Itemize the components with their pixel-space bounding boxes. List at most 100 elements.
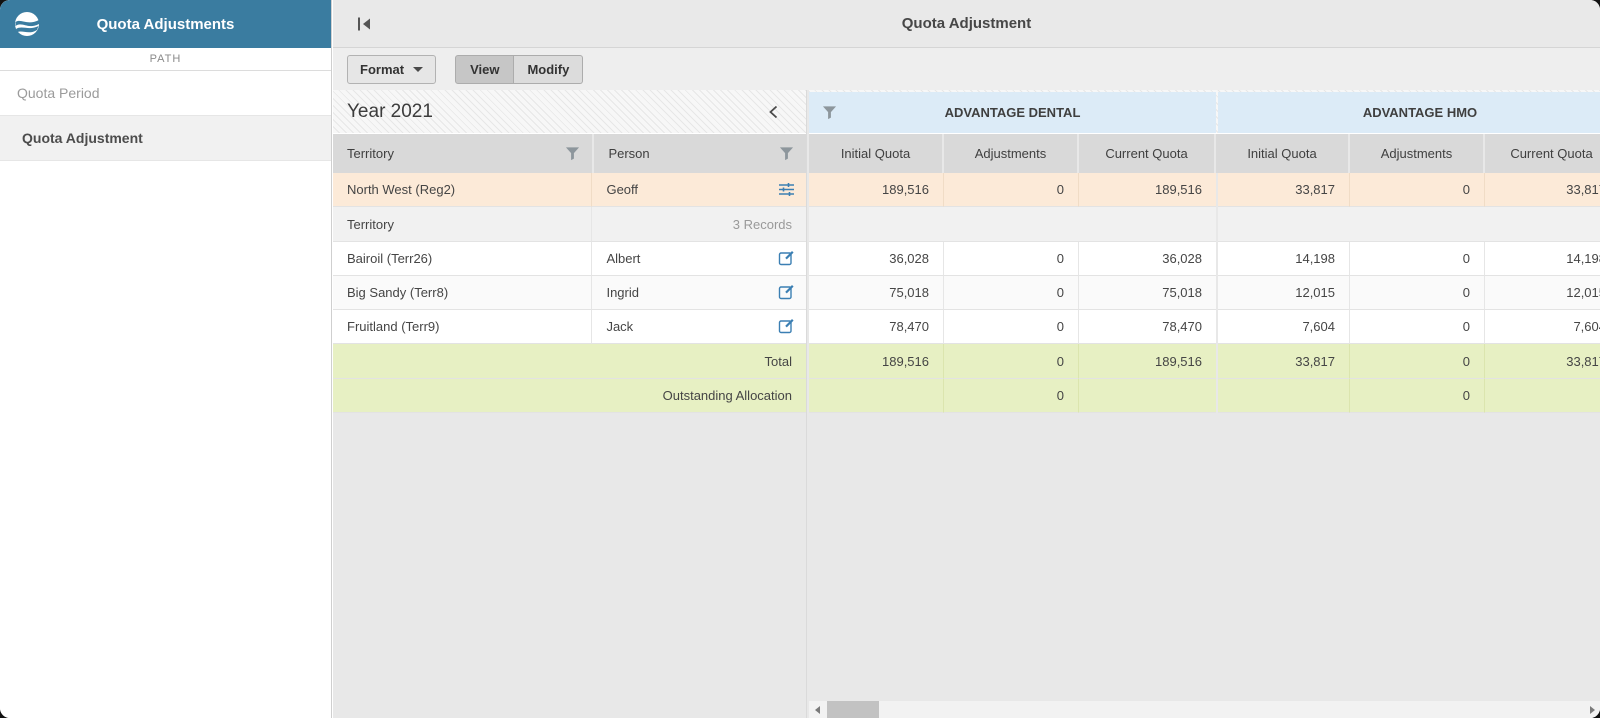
format-button[interactable]: Format [347,54,437,84]
scroll-left-arrow[interactable] [809,701,825,718]
total-label: Total [333,344,806,379]
sidebar-title: Quota Adjustments [96,15,235,33]
person-cell: Geoff [592,173,806,207]
value-cell [1485,379,1600,413]
value-cell: 0 [944,242,1079,276]
column-label: Adjustments [1380,146,1453,161]
hmo-initial-quota-header[interactable]: Initial Quota [1216,134,1348,173]
sidebar: Quota Adjustments PATH Quota Period Quot… [0,0,332,718]
value-cell: 75,018 [1079,276,1216,310]
territory-cell: Big Sandy (Terr8) [333,276,593,310]
horizontal-scrollbar[interactable] [809,701,1600,718]
table-row[interactable]: Bairoil (Terr26) Albert [333,242,806,276]
view-button[interactable]: View [455,54,515,84]
column-label: Current Quota [1105,146,1188,161]
value-cell: 7,604 [1218,310,1350,344]
table-row[interactable]: Big Sandy (Terr8) Ingrid [333,276,806,310]
column-label: Initial Quota [1247,146,1317,161]
person-cell: Jack [592,310,806,344]
dental-current-quota-header[interactable]: Current Quota [1079,134,1214,173]
value-cell: 0 [944,344,1079,379]
table-row[interactable]: Fruitland (Terr9) Jack [333,310,806,344]
app-logo-icon [14,11,40,37]
dental-initial-quota-header[interactable]: Initial Quota [809,134,942,173]
subheader-empty-cell [1218,207,1600,242]
person-name: Ingrid [606,285,639,300]
person-name: Jack [606,319,634,334]
value-cell: 36,028 [1079,242,1216,276]
main-panel: Quota Adjustment Format View Modify Year… [333,0,1600,718]
outstanding-allocation-row: Outstanding Allocation [333,379,806,413]
sidebar-item-label: Quota Period [17,85,100,101]
table-row-subheader: Territory 3 Records [333,207,806,242]
filter-icon[interactable] [565,146,580,161]
edit-icon[interactable] [778,318,795,335]
value-cell: 0 [944,173,1079,207]
right-pane-empty-area [809,413,1600,683]
table-row-values[interactable]: 78,470 0 78,470 7,604 0 7,604 [809,310,1600,344]
scroll-right-arrow[interactable] [1584,701,1600,718]
sidebar-item-label: Quota Adjustment [22,130,143,146]
value-cell: 33,817 [1485,173,1600,207]
territory-cell: North West (Reg2) [333,173,593,207]
column-label: Current Quota [1510,146,1593,161]
value-cell: 12,015 [1218,276,1350,310]
value-cell: 0 [944,379,1079,413]
scrollable-pane: ADVANTAGE DENTAL ADVANTAGE HMO Initial Q… [809,90,1600,718]
value-cell: 33,817 [1218,173,1350,207]
filter-icon[interactable] [779,146,794,161]
person-column-label: Person [608,146,650,161]
quota-grid: Year 2021 Territory Person North West (R… [333,90,1600,718]
subheader-label: Territory [333,207,593,242]
dental-adjustments-header[interactable]: Adjustments [944,134,1077,173]
value-cell: 14,198 [1485,242,1600,276]
value-cell: 78,470 [809,310,944,344]
left-pane-empty-area [333,413,806,718]
period-header: Year 2021 [333,90,806,134]
person-name: Geoff [606,182,639,197]
value-cell: 75,018 [809,276,944,310]
table-row-region-values[interactable]: 189,516 0 189,516 33,817 0 33,817 [809,173,1600,207]
sidebar-item-quota-adjustment[interactable]: Quota Adjustment [0,116,331,161]
person-cell: Albert [592,242,806,276]
value-cell: 33,817 [1218,344,1350,379]
value-cell: 0 [1350,242,1485,276]
view-button-label: View [470,61,500,77]
filter-icon[interactable] [822,105,837,120]
sidebar-item-quota-period[interactable]: Quota Period [0,71,331,116]
value-cell: 0 [1350,310,1485,344]
hmo-adjustments-header[interactable]: Adjustments [1350,134,1483,173]
chevron-down-icon [413,66,424,72]
topbar: Quota Adjustment [333,0,1600,48]
app-window: Quota Adjustments PATH Quota Period Quot… [0,0,1600,718]
modify-button[interactable]: Modify [514,54,584,84]
path-label: PATH [0,48,331,71]
value-cell: 189,516 [1079,344,1216,379]
value-cell: 189,516 [1079,173,1216,207]
total-row-values: 189,516 0 189,516 33,817 0 33,817 [809,344,1600,379]
value-cell: 0 [1350,379,1485,413]
territory-cell: Bairoil (Terr26) [333,242,593,276]
adjust-sliders-icon[interactable] [778,181,795,198]
edit-icon[interactable] [778,284,795,301]
value-cell: 0 [944,276,1079,310]
collapse-period-chevron-icon[interactable] [766,104,782,120]
table-row-region[interactable]: North West (Reg2) Geoff [333,173,806,207]
person-name: Albert [606,251,641,266]
table-row-values[interactable]: 75,018 0 75,018 12,015 0 12,015 [809,276,1600,310]
page-title: Quota Adjustment [901,15,1032,32]
sidebar-header: Quota Adjustments [0,0,331,48]
value-cell [1218,379,1350,413]
person-column-header[interactable]: Person [594,134,806,173]
value-cell: 78,470 [1079,310,1216,344]
territory-column-header[interactable]: Territory [333,134,593,173]
scrollbar-thumb[interactable] [827,701,879,718]
collapse-sidebar-icon[interactable] [355,14,375,34]
group-label: ADVANTAGE DENTAL [944,105,1081,120]
table-row-values[interactable]: 36,028 0 36,028 14,198 0 14,198 [809,242,1600,276]
outstanding-allocation-values: 0 0 [809,379,1600,413]
hmo-current-quota-header[interactable]: Current Quota [1485,134,1600,173]
format-button-label: Format [360,61,405,77]
edit-icon[interactable] [778,250,795,267]
value-cell: 36,028 [809,242,944,276]
